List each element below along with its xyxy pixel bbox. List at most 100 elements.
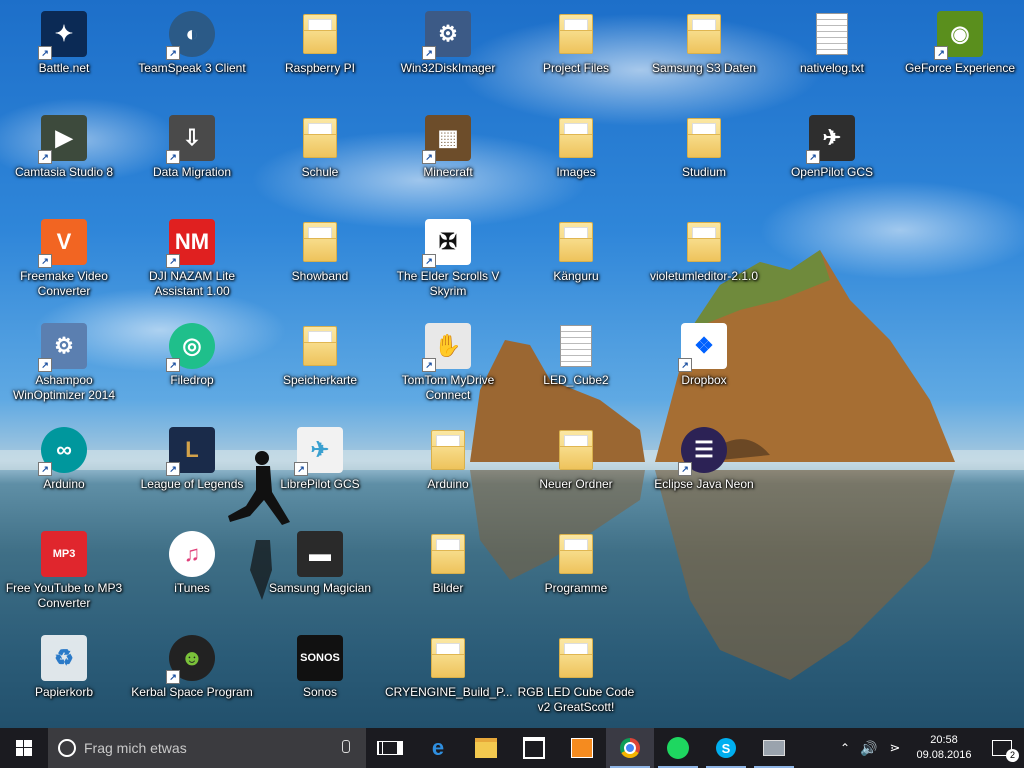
- folder-icon: [552, 634, 600, 682]
- file-explorer-button[interactable]: [462, 728, 510, 768]
- desktop-icon[interactable]: ♫ iTunes: [128, 522, 256, 622]
- desktop-icon[interactable]: Project Files: [512, 2, 640, 102]
- mp3-icon: MP3: [40, 530, 88, 578]
- desktop-icon[interactable]: MP3 Free YouTube to MP3 Converter: [0, 522, 128, 622]
- desktop-icon-label: The Elder Scrolls V Skyrim: [396, 269, 500, 298]
- desktop-icon[interactable]: Känguru: [512, 210, 640, 310]
- data-migration-icon: ⇩ ↗: [166, 114, 216, 164]
- desktop-icon-label: Ashampoo WinOptimizer 2014: [12, 373, 116, 402]
- icon-image: MP3: [41, 531, 87, 577]
- shortcut-arrow-icon: ↗: [422, 150, 436, 164]
- desktop-icon[interactable]: RGB LED Cube Code v2 GreatScott!: [512, 626, 640, 726]
- icon-image: [687, 118, 721, 158]
- desktop-icon[interactable]: NM ↗ DJI NAZAM Lite Assistant 1.00: [128, 210, 256, 310]
- dropbox-icon: ❖ ↗: [678, 322, 728, 372]
- notification-icon: 2: [992, 740, 1019, 762]
- desktop-icon[interactable]: ♻ Papierkorb: [0, 626, 128, 726]
- icon-image: [431, 430, 465, 470]
- desktop-icon[interactable]: Raspberry PI: [256, 2, 384, 102]
- clock[interactable]: 20:58 09.08.2016: [908, 733, 980, 763]
- desktop-icon[interactable]: Neuer Ordner: [512, 418, 640, 518]
- desktop-icon[interactable]: ▦ ↗ Minecraft: [384, 106, 512, 206]
- icon-image: [303, 118, 337, 158]
- desktop-icon[interactable]: Bilder: [384, 522, 512, 622]
- desktop-icon-label: Papierkorb: [34, 685, 94, 699]
- desktop-icon[interactable]: ⚙ ↗ Ashampoo WinOptimizer 2014: [0, 314, 128, 414]
- desktop-icon[interactable]: CRYENGINE_Build_P...: [384, 626, 513, 726]
- media-player-icon: [571, 738, 593, 758]
- desktop-icon-label: Arduino: [43, 477, 85, 491]
- desktop-icon-label: League of Legends: [140, 477, 244, 491]
- network-button[interactable]: ⋗: [882, 728, 908, 768]
- desktop-icon[interactable]: ▬ Samsung Magician: [256, 522, 384, 622]
- desktop-icon[interactable]: ∞ ↗ Arduino: [0, 418, 128, 518]
- desktop-icon-label: TeamSpeak 3 Client: [138, 61, 246, 75]
- volume-button[interactable]: 🔊: [856, 728, 882, 768]
- ashampoo-icon: ⚙ ↗: [38, 322, 88, 372]
- desktop-icon[interactable]: Samsung S3 Daten: [640, 2, 768, 102]
- icon-image: ▬: [297, 531, 343, 577]
- shortcut-arrow-icon: ↗: [678, 462, 692, 476]
- desktop-icon[interactable]: nativelog.txt: [768, 2, 896, 102]
- start-button[interactable]: [0, 728, 48, 768]
- media-player-button[interactable]: [558, 728, 606, 768]
- desktop-icon-label: Filedrop: [170, 373, 214, 387]
- desktop-icon-label: Battle.net: [38, 61, 90, 75]
- desktop-icon-label: RGB LED Cube Code v2 GreatScott!: [517, 685, 635, 714]
- desktop-icon[interactable]: ◎ ↗ Filedrop: [128, 314, 256, 414]
- desktop-icon[interactable]: V ↗ Freemake Video Converter: [0, 210, 128, 310]
- shortcut-arrow-icon: ↗: [422, 46, 436, 60]
- spotify-button[interactable]: [654, 728, 702, 768]
- search-placeholder: Frag mich etwas: [84, 740, 187, 756]
- desktop-icon[interactable]: LED_Cube2: [512, 314, 640, 414]
- action-center-button[interactable]: 2: [980, 728, 1024, 768]
- desktop-icon[interactable]: ☻ ↗ Kerbal Space Program: [128, 626, 256, 726]
- microphone-icon[interactable]: [342, 740, 350, 753]
- show-hidden-icons-button[interactable]: ⌃: [834, 728, 856, 768]
- minecraft-icon: ▦ ↗: [422, 114, 472, 164]
- desktop-icon[interactable]: ❖ ↗ Dropbox: [640, 314, 768, 414]
- desktop-icon[interactable]: Arduino: [384, 418, 512, 518]
- store-button[interactable]: [510, 728, 558, 768]
- desktop-icon[interactable]: ✈ ↗ LibrePilot GCS: [256, 418, 384, 518]
- desktop-icon-label: Kerbal Space Program: [131, 685, 253, 699]
- skype-button[interactable]: S: [702, 728, 750, 768]
- desktop-icon[interactable]: ✠ ↗ The Elder Scrolls V Skyrim: [384, 210, 512, 310]
- desktop-icon[interactable]: Programme: [512, 522, 640, 622]
- desktop-icon[interactable]: ✈ ↗ OpenPilot GCS: [768, 106, 896, 206]
- desktop-icon[interactable]: violetumleditor-2.1.0: [640, 210, 768, 310]
- chrome-button[interactable]: [606, 728, 654, 768]
- desktop-icon-label: Speicherkarte: [282, 373, 358, 387]
- desktop-icon[interactable]: Showband: [256, 210, 384, 310]
- desktop-icon-label: GeForce Experience: [904, 61, 1016, 75]
- icon-image: [559, 14, 593, 54]
- chevron-up-icon: ⌃: [839, 741, 851, 755]
- desktop-icon[interactable]: ⇩ ↗ Data Migration: [128, 106, 256, 206]
- desktop-icon[interactable]: ✋ ↗ TomTom MyDrive Connect: [384, 314, 512, 414]
- desktop-icon[interactable]: ▶ ↗ Camtasia Studio 8: [0, 106, 128, 206]
- network-drive-button[interactable]: [750, 728, 798, 768]
- desktop-icon[interactable]: Images: [512, 106, 640, 206]
- desktop-icon[interactable]: Studium: [640, 106, 768, 206]
- desktop-icon[interactable]: ☰ ↗ Eclipse Java Neon: [640, 418, 768, 518]
- desktop-icon-label: Samsung Magician: [268, 581, 372, 595]
- skyrim-icon: ✠ ↗: [422, 218, 472, 268]
- shortcut-arrow-icon: ↗: [38, 46, 52, 60]
- desktop-icon[interactable]: Schule: [256, 106, 384, 206]
- icon-image: [559, 222, 593, 262]
- desktop-icon[interactable]: ◐ ↗ TeamSpeak 3 Client: [128, 2, 256, 102]
- ssd-icon: ▬: [296, 530, 344, 578]
- icon-image: [559, 430, 593, 470]
- filedrop-icon: ◎ ↗: [166, 322, 216, 372]
- desktop-icon[interactable]: ◉ ↗ GeForce Experience: [896, 2, 1024, 102]
- desktop-icon[interactable]: SONOS Sonos: [256, 626, 384, 726]
- search-box[interactable]: Frag mich etwas: [48, 728, 366, 768]
- desktop: ✦ ↗ Battle.net ◐ ↗ TeamSpeak 3 Client Raspberr…: [0, 0, 1024, 728]
- desktop-icon[interactable]: ✦ ↗ Battle.net: [0, 2, 128, 102]
- shortcut-arrow-icon: ↗: [38, 358, 52, 372]
- desktop-icon[interactable]: ⚙ ↗ Win32DiskImager: [384, 2, 512, 102]
- task-view-button[interactable]: [366, 728, 414, 768]
- edge-button[interactable]: e: [414, 728, 462, 768]
- desktop-icon[interactable]: L ↗ League of Legends: [128, 418, 256, 518]
- desktop-icon[interactable]: Speicherkarte: [256, 314, 384, 414]
